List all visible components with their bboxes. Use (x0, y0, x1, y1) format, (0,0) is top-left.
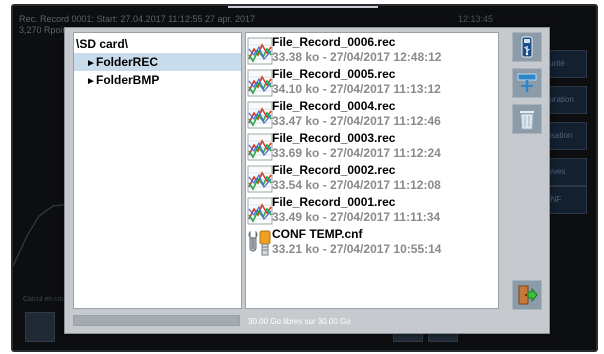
delete-button[interactable] (512, 104, 542, 134)
file-row[interactable]: File_Record_0005.rec 34.10 ko - 27/04/20… (246, 67, 498, 99)
file-meta: 34.10 ko - 27/04/2017 11:13:12 (272, 82, 441, 96)
file-name: CONF TEMP.cnf (272, 227, 363, 241)
record-file-icon (247, 165, 273, 193)
storage-progress-bar (73, 315, 240, 326)
tree-item-label: FolderBMP (96, 73, 160, 87)
record-file-icon (247, 69, 273, 97)
storage-progress-fill (74, 316, 239, 325)
file-meta: 33.47 ko - 27/04/2017 11:12:46 (272, 114, 441, 128)
file-meta: 33.49 ko - 27/04/2017 11:11:34 (272, 210, 441, 224)
exit-icon (518, 285, 538, 305)
record-file-icon (247, 101, 273, 129)
expand-arrow-icon: ► (86, 76, 96, 87)
trash-icon (520, 111, 534, 130)
file-row[interactable]: CONF TEMP.cnf 33.21 ko - 27/04/2017 10:5… (246, 227, 498, 259)
file-name: File_Record_0006.rec (272, 35, 396, 49)
usb-button[interactable] (512, 32, 542, 62)
file-meta: 33.54 ko - 27/04/2017 11:12:08 (272, 178, 441, 192)
file-meta: 33.69 ko - 27/04/2017 11:12:24 (272, 146, 441, 160)
file-name: File_Record_0004.rec (272, 99, 396, 113)
background-button (25, 312, 55, 342)
file-meta: 33.21 ko - 27/04/2017 10:55:14 (272, 242, 442, 256)
config-file-icon (248, 230, 271, 256)
tree-item-folderrec[interactable]: ►FolderREC (74, 53, 241, 71)
file-name: File_Record_0001.rec (272, 195, 396, 209)
file-name: File_Record_0002.rec (272, 163, 396, 177)
file-explorer-dialog: \SD card\ ►FolderREC ►FolderBMP File_Rec… (64, 27, 550, 334)
file-row[interactable]: File_Record_0001.rec 33.49 ko - 27/04/20… (246, 195, 498, 227)
background-time: 12:13:45 (458, 14, 494, 24)
network-icon (517, 73, 537, 92)
tree-item-label: FolderREC (96, 55, 159, 69)
device-screen: Rec. Record 0001: Start: 27.04.2017 11:1… (11, 4, 598, 352)
tree-item-folderbmp[interactable]: ►FolderBMP (74, 71, 241, 89)
file-list[interactable]: File_Record_0006.rec 33.38 ko - 27/04/20… (245, 32, 499, 309)
network-button[interactable] (512, 68, 542, 98)
exit-button[interactable] (512, 280, 542, 310)
background-status-line1: Rec. Record 0001: Start: 27.04.2017 11:1… (19, 14, 256, 24)
record-file-icon (247, 197, 273, 225)
tree-root-sd-card[interactable]: \SD card\ (76, 37, 128, 51)
file-meta: 33.38 ko - 27/04/2017 12:48:12 (272, 50, 442, 64)
file-row[interactable]: File_Record_0006.rec 33.38 ko - 27/04/20… (246, 35, 498, 67)
file-name: File_Record_0005.rec (272, 67, 396, 81)
usb-icon (521, 36, 533, 58)
record-file-icon (247, 37, 273, 65)
file-row[interactable]: File_Record_0002.rec 33.54 ko - 27/04/20… (246, 163, 498, 195)
folder-tree[interactable]: \SD card\ ►FolderREC ►FolderBMP (73, 32, 242, 309)
file-row[interactable]: File_Record_0003.rec 33.69 ko - 27/04/20… (246, 131, 498, 163)
record-file-icon (247, 133, 273, 161)
file-row[interactable]: File_Record_0004.rec 33.47 ko - 27/04/20… (246, 99, 498, 131)
file-name: File_Record_0003.rec (272, 131, 396, 145)
free-space-text: 30.00 Go libres sur 30.00 Go (248, 317, 351, 326)
